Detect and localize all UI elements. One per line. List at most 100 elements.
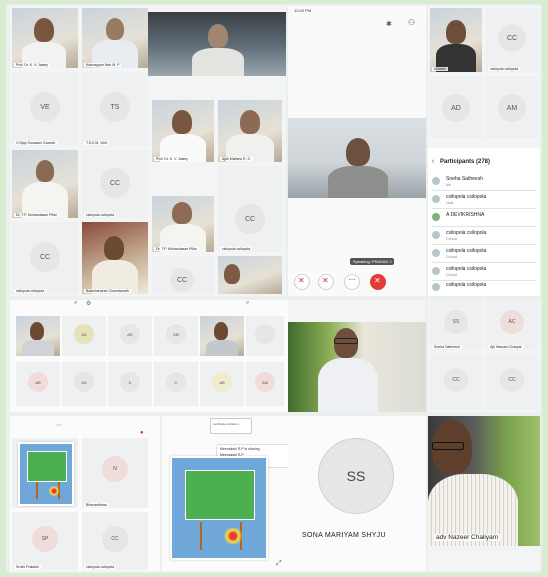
avatar-tile[interactable]: SS Sneha Satheesh bbox=[430, 300, 482, 350]
avatar-tile[interactable]: AB bbox=[16, 362, 60, 406]
avatar-tile[interactable]: AB bbox=[200, 362, 244, 406]
list-item[interactable]: csilopola csilopola bbox=[432, 280, 536, 296]
video-tile[interactable]: Prof. Dr. K. V. Jaisey bbox=[12, 8, 78, 68]
avatar: AS bbox=[74, 372, 94, 392]
avatar-initials: AS bbox=[81, 379, 87, 385]
avatar-tile[interactable]: TS T.S.K.M. Vinit bbox=[82, 72, 148, 146]
avatar-tile[interactable]: AS bbox=[62, 316, 106, 356]
avatar-initials: N bbox=[113, 466, 117, 472]
avatar: SP bbox=[32, 526, 58, 552]
more-icon: ⋯ bbox=[348, 275, 356, 284]
video-tile[interactable] bbox=[16, 316, 60, 356]
avatar-tile[interactable] bbox=[246, 316, 284, 356]
avatar-tile[interactable]: CC bbox=[152, 256, 214, 294]
video-tile[interactable]: Ajith Mathew R. S. bbox=[218, 100, 282, 162]
avatar-tile[interactable]: AD bbox=[430, 76, 482, 138]
mid-right-meeting-panel: SS Sneha Satheesh AC Ajit Hassan Chakyar… bbox=[428, 300, 540, 412]
video-tile[interactable]: Prof. Dr. K. V. Jaisey bbox=[152, 100, 214, 162]
list-item[interactable]: csilopola csilopola Cohost bbox=[432, 246, 536, 263]
avatar-tile[interactable]: N Bhavanthana bbox=[82, 438, 148, 508]
participant-name: adv Nazeer Chaliyam bbox=[434, 534, 501, 541]
mic-off-button[interactable]: ✕ bbox=[294, 274, 310, 290]
participant-name: Bhavanthana bbox=[84, 503, 109, 507]
mic-icon[interactable]: ● bbox=[140, 430, 144, 436]
more-icon[interactable]: ⋯ bbox=[56, 422, 62, 429]
list-item[interactable]: csilopola csilopola Host bbox=[432, 192, 536, 209]
search-icon[interactable]: ⌕ bbox=[246, 300, 249, 307]
participant-name: Dr. T.P. Mohandasan Pillai bbox=[154, 247, 199, 251]
video-tile[interactable]: Dr. T.P. Mohandasan Pillai bbox=[152, 196, 214, 252]
back-arrow-icon[interactable]: ‹ bbox=[432, 158, 434, 165]
video-tile[interactable]: Balachandran Chandranath bbox=[82, 222, 148, 294]
avatar-tile[interactable]: K bbox=[108, 362, 152, 406]
avatar-tile[interactable]: SM bbox=[154, 316, 198, 356]
avatar-tile[interactable]: VE V.Vijay Goswami Ganesh bbox=[12, 72, 78, 146]
participant-name: csilopola csilopola bbox=[220, 247, 253, 251]
gear-icon[interactable]: ⚙ bbox=[86, 300, 91, 307]
video-tile[interactable] bbox=[428, 416, 540, 546]
avatar-tile[interactable]: CC csilopola csilopola bbox=[82, 150, 148, 218]
avatar bbox=[432, 213, 440, 221]
avatar-initials: AM bbox=[262, 379, 268, 385]
avatar: AS bbox=[74, 324, 94, 344]
avatar-tile[interactable]: AD bbox=[108, 316, 152, 356]
video-tile[interactable] bbox=[218, 256, 282, 294]
participant-name: A DEVIKRISHNA bbox=[446, 212, 485, 218]
avatar: AM bbox=[498, 94, 526, 122]
avatar-tile[interactable]: AS bbox=[62, 362, 106, 406]
avatar bbox=[432, 249, 440, 257]
speaker-video[interactable] bbox=[288, 118, 426, 198]
avatar-initials: CC bbox=[39, 253, 51, 261]
avatar-tile[interactable]: CC csilopola csilopola bbox=[218, 166, 282, 252]
avatar-tile[interactable]: CC csilopola csilopola bbox=[12, 222, 78, 294]
add-person-icon[interactable]: ⚇ bbox=[408, 18, 415, 27]
participant-name: Dr. T.P. Mohandasan Pillai bbox=[14, 213, 59, 217]
video-tile[interactable] bbox=[200, 316, 244, 356]
list-item[interactable]: csilopola csilopola Cohost bbox=[432, 264, 536, 281]
video-tile[interactable] bbox=[288, 322, 426, 412]
participant-name: Ajith Mathew R. S. bbox=[220, 157, 253, 161]
avatar: CC bbox=[102, 526, 128, 552]
list-item[interactable]: csilopola csilopola Cohost bbox=[432, 228, 536, 245]
video-tile[interactable]: Kannappan Nair M. P bbox=[82, 8, 148, 68]
participant-name: Sneha Satheesh bbox=[446, 176, 483, 182]
mid-center-video-panel bbox=[288, 300, 426, 412]
avatar-tile[interactable]: CC bbox=[486, 354, 538, 410]
avatar-tile[interactable]: AM bbox=[486, 76, 538, 138]
list-item[interactable]: A DEVIKRISHNA bbox=[432, 210, 536, 227]
end-call-button[interactable]: ✕ bbox=[370, 274, 386, 290]
bottom-left-meeting-panel: ⋯ ● N Bhavanthana SP Sruthi Prakash CC c… bbox=[10, 416, 160, 571]
avatar-initials: AD bbox=[451, 104, 461, 112]
avatar-tile[interactable]: AC Ajit Hassan Chakyar bbox=[486, 300, 538, 350]
certificate-flyer[interactable] bbox=[170, 456, 268, 560]
avatar-initials: C bbox=[174, 379, 178, 385]
video-off-button[interactable]: ✕ bbox=[318, 274, 334, 290]
video-tile[interactable]: Minister bbox=[430, 8, 482, 72]
avatar bbox=[432, 267, 440, 275]
avatar-tile[interactable]: C bbox=[154, 362, 198, 406]
avatar-initials: AB bbox=[219, 379, 225, 385]
top-left-meeting-panel: Prof. Dr. K. V. Jaisey Kannappan Nair M.… bbox=[10, 6, 150, 296]
featured-video-tile[interactable] bbox=[148, 12, 286, 76]
popup-text: certificate invitation bbox=[213, 422, 239, 426]
avatar-initials: AB bbox=[35, 379, 41, 385]
notification-title: Meenakshi R.P is sharing bbox=[220, 447, 260, 451]
avatar-tile[interactable]: SP Sruthi Prakash bbox=[12, 512, 78, 570]
avatar-tile[interactable]: AM bbox=[246, 362, 284, 406]
participant-role: Cohost bbox=[446, 255, 458, 259]
participant-role: Cohost bbox=[446, 237, 458, 241]
participant-name: csilopola csilopola bbox=[84, 565, 117, 569]
expand-icon[interactable]: ⤢ bbox=[276, 560, 282, 568]
avatar-tile[interactable]: CC csilopola csilopola bbox=[486, 8, 538, 72]
list-item[interactable]: Sneha Satheesh Me bbox=[432, 174, 536, 191]
participant-name: csilopola csilopola bbox=[446, 248, 487, 254]
avatar-tile[interactable]: CC csilopola csilopola bbox=[82, 512, 148, 570]
participant-name: Sruthi Prakash bbox=[14, 565, 41, 569]
video-tile[interactable]: Dr. T.P. Mohandasan Pillai bbox=[12, 150, 78, 218]
search-icon[interactable]: ⌕ bbox=[74, 300, 77, 307]
more-options-button[interactable]: ⋯ bbox=[344, 274, 360, 290]
avatar: SS bbox=[444, 310, 468, 334]
avatar-tile[interactable]: CC bbox=[430, 354, 482, 410]
shared-screen-tile[interactable] bbox=[12, 438, 78, 508]
participant-name: Balachandran Chandranath bbox=[84, 289, 131, 293]
